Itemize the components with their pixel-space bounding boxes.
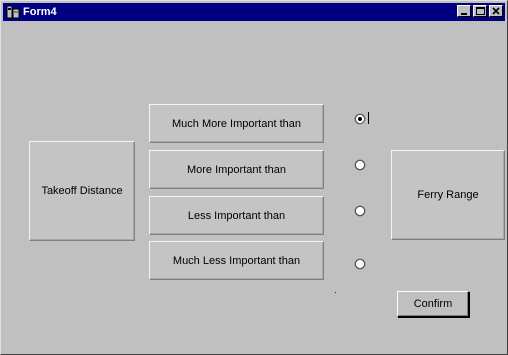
- radio-much-more-important[interactable]: [354, 113, 366, 125]
- minimize-button[interactable]: [457, 5, 471, 17]
- comparison-much-less-important[interactable]: Much Less Important than: [149, 241, 324, 280]
- comparison-more-important[interactable]: More Important than: [149, 150, 324, 189]
- close-button[interactable]: [489, 5, 503, 17]
- radio-less-important[interactable]: [354, 205, 366, 217]
- app-icon[interactable]: [6, 5, 20, 19]
- confirm-button[interactable]: Confirm: [397, 291, 469, 317]
- close-icon: [492, 7, 500, 15]
- comparison-less-important[interactable]: Less Important than: [149, 196, 324, 235]
- stray-pixel: [335, 292, 336, 293]
- window-title: Form4: [23, 6, 57, 18]
- title-bar[interactable]: Form4: [3, 3, 505, 21]
- maximize-icon: [476, 7, 485, 15]
- right-criterion-box[interactable]: Ferry Range: [391, 150, 505, 240]
- left-criterion-box[interactable]: Takeoff Distance: [29, 141, 135, 241]
- maximize-button[interactable]: [473, 5, 487, 17]
- radio-more-important[interactable]: [354, 159, 366, 171]
- minimize-icon: [461, 13, 467, 15]
- focus-caret: [368, 112, 369, 124]
- comparison-much-more-important[interactable]: Much More Important than: [149, 104, 324, 143]
- radio-much-less-important[interactable]: [354, 258, 366, 270]
- form4-window: Form4 Takeoff Distance Much More Importa…: [0, 0, 508, 355]
